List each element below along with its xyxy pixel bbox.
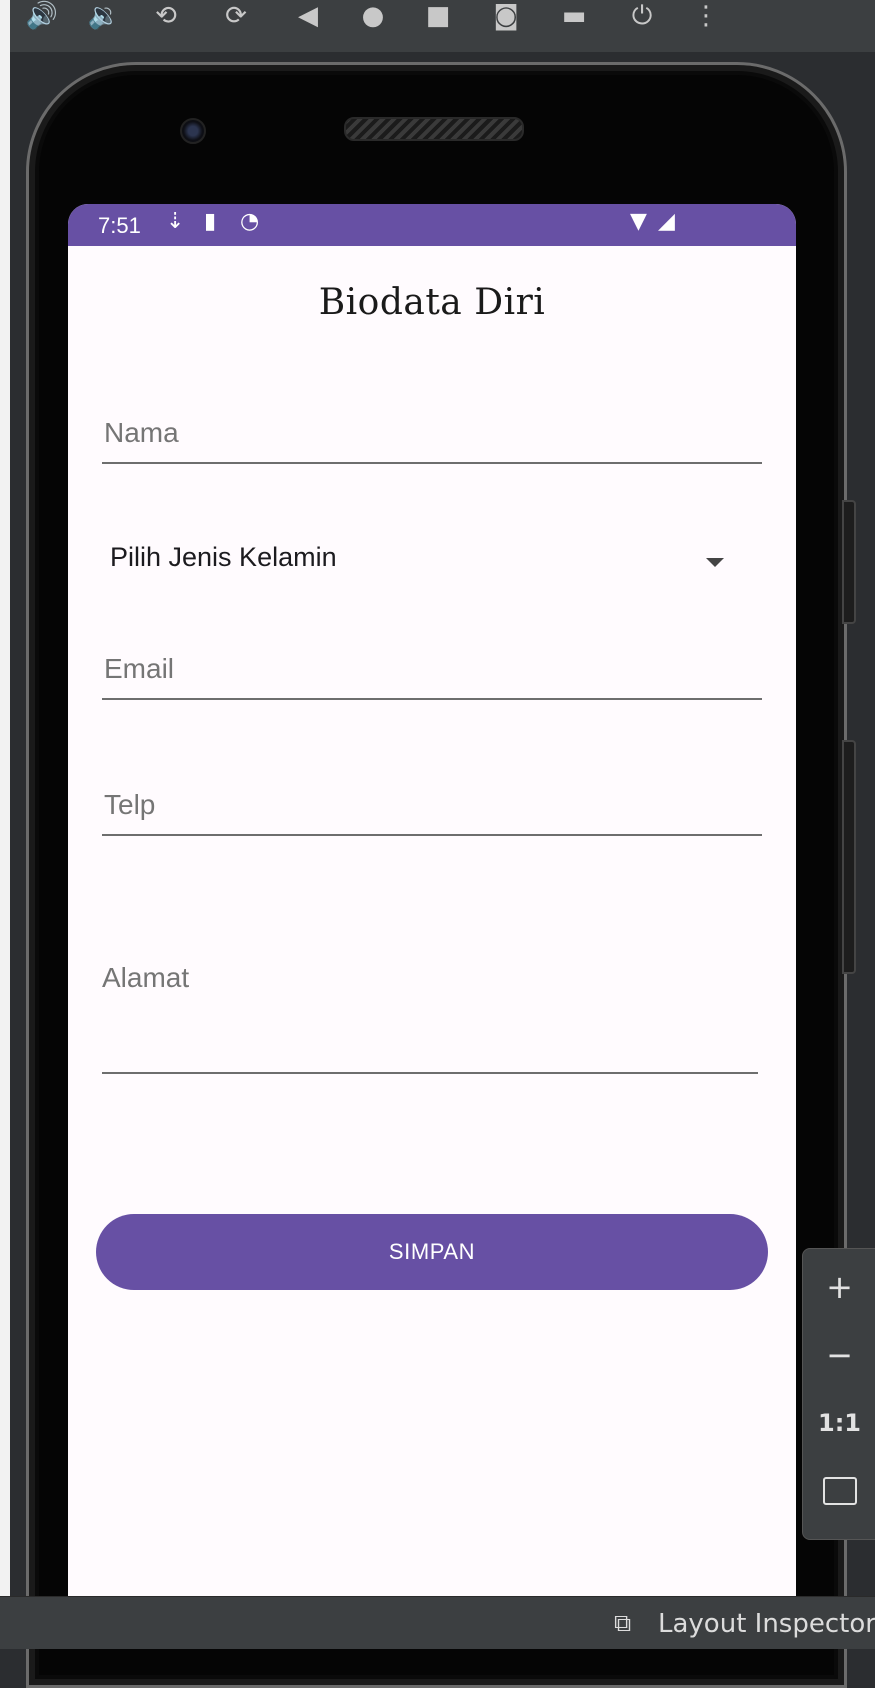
rotate-left-icon[interactable]: ⟲: [148, 0, 184, 32]
front-camera: [180, 118, 206, 144]
simpan-button[interactable]: SIMPAN: [96, 1214, 768, 1290]
fit-screen-icon: [822, 1477, 857, 1505]
download-icon: ⇣: [166, 209, 185, 234]
phone-power-button: [842, 740, 856, 974]
zoom-out-button[interactable]: −: [803, 1325, 875, 1385]
back-icon[interactable]: ◀: [290, 0, 326, 32]
zoom-controls: + − 1:1: [802, 1248, 875, 1540]
telp-input[interactable]: [102, 776, 762, 836]
device-screen: 7:51 ⇣ ▮ ◔ ▼ ◢ Biodata Diri Pilih Jenis …: [68, 204, 796, 1604]
home-icon[interactable]: ●: [355, 0, 391, 32]
earpiece-speaker: [344, 117, 524, 141]
status-bar: 7:51 ⇣ ▮ ◔ ▼ ◢: [68, 204, 796, 246]
rotate-right-icon[interactable]: ⟳: [218, 0, 254, 32]
power-icon[interactable]: ⏻: [624, 0, 660, 32]
gender-spinner-value: Pilih Jenis Kelamin: [110, 542, 337, 572]
dropdown-arrow-icon: [706, 558, 724, 567]
sd-card-icon: ▮: [204, 209, 217, 234]
fit-screen-button[interactable]: [803, 1461, 875, 1521]
screenshot-icon[interactable]: ◙: [488, 0, 524, 32]
email-input[interactable]: [102, 640, 762, 700]
more-icon[interactable]: ⋮: [688, 0, 724, 32]
layout-inspector-icon[interactable]: ⧉: [614, 1609, 631, 1637]
phone-volume-button: [842, 500, 856, 624]
layout-inspector-label[interactable]: Layout Inspector: [658, 1609, 875, 1639]
ide-bottom-bar: ⧉ Layout Inspector: [0, 1596, 875, 1649]
window-edge: [0, 0, 10, 1648]
page-title: Biodata Diri: [318, 282, 546, 323]
zoom-in-button[interactable]: +: [803, 1257, 875, 1317]
gender-spinner[interactable]: Pilih Jenis Kelamin: [102, 524, 758, 594]
nama-input[interactable]: [102, 404, 762, 464]
volume-up-icon[interactable]: 🔊: [24, 0, 60, 32]
status-time: 7:51: [98, 213, 141, 238]
volume-down-icon[interactable]: 🔉: [86, 0, 122, 32]
wifi-icon: ▼: [630, 209, 647, 234]
signal-icon: ◢: [658, 209, 675, 234]
alamat-input[interactable]: [102, 962, 758, 1074]
sync-icon: ◔: [240, 209, 260, 234]
emulator-toolbar: 🔊 🔉 ⟲ ⟳ ◀ ● ■ ◙ ▬ ⏻ ⋮: [0, 0, 875, 53]
actual-size-button[interactable]: 1:1: [803, 1393, 875, 1453]
overview-icon[interactable]: ■: [420, 0, 456, 32]
screenrecord-icon[interactable]: ▬: [556, 0, 592, 32]
